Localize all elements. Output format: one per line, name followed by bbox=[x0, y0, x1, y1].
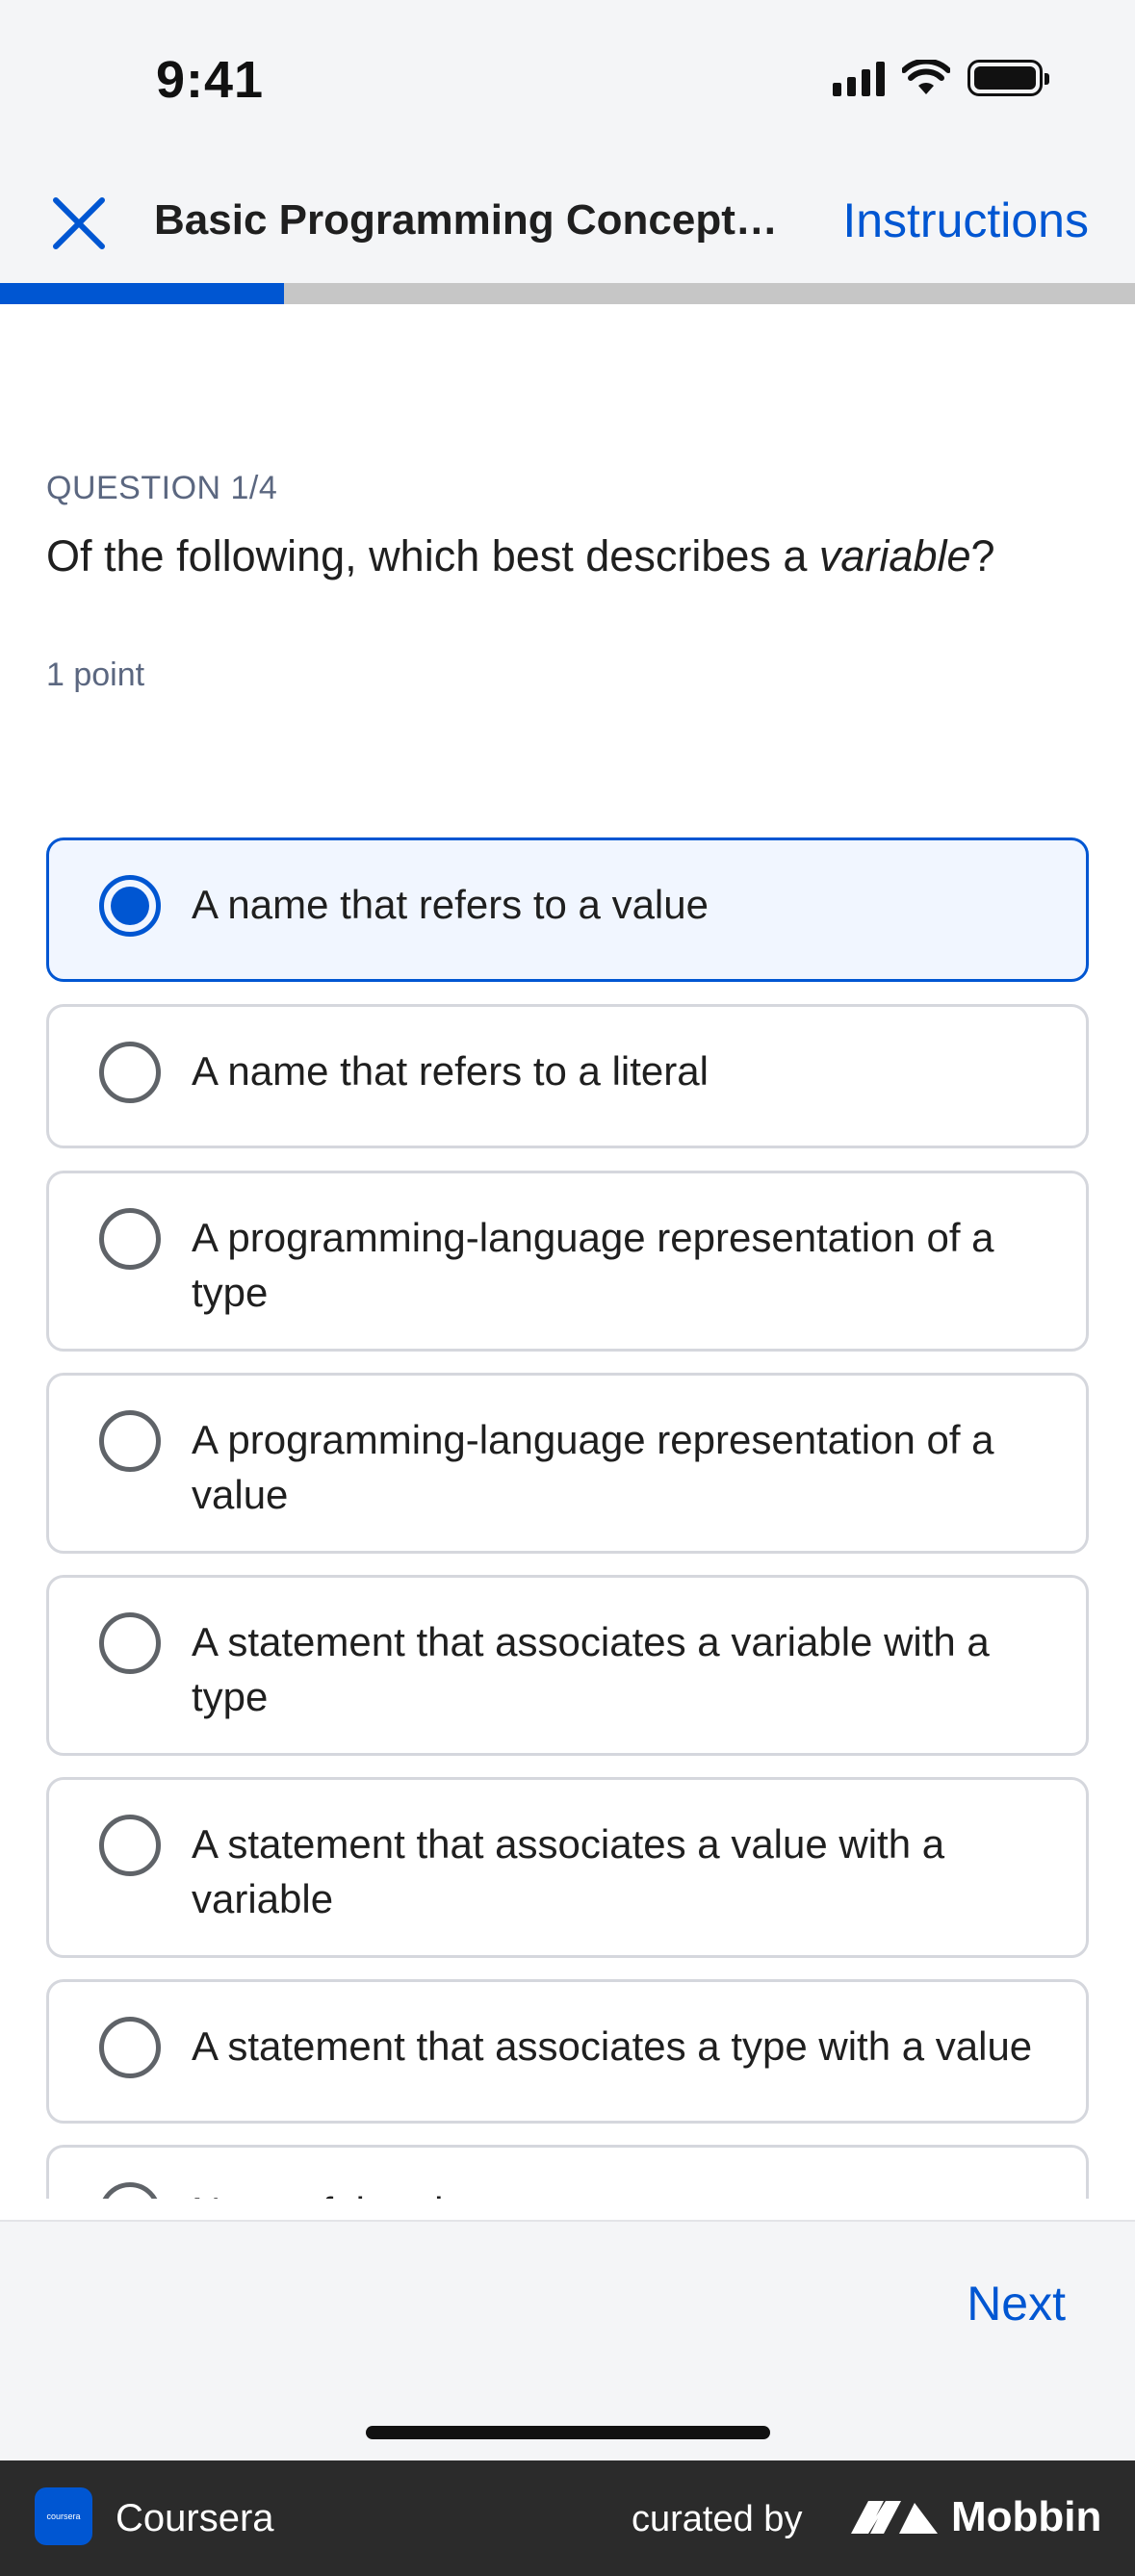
answer-option-label: A statement that associates a value with… bbox=[192, 1821, 945, 1921]
instructions-link[interactable]: Instructions bbox=[842, 193, 1089, 248]
radio-button[interactable] bbox=[99, 1612, 161, 1674]
wifi-icon bbox=[902, 60, 950, 94]
curated-by-text: curated by bbox=[632, 2499, 803, 2539]
radio-button[interactable] bbox=[99, 1410, 161, 1472]
answer-option-label: A statement that associates a type with … bbox=[192, 2023, 1033, 2069]
answer-option[interactable]: A name that refers to a value bbox=[46, 837, 1089, 982]
radio-button[interactable] bbox=[99, 1042, 161, 1103]
answer-option[interactable]: None of the above bbox=[46, 2145, 1089, 2199]
radio-button[interactable] bbox=[99, 875, 161, 937]
question-text-after: ? bbox=[970, 531, 995, 580]
answer-option[interactable]: A programming-language representation of… bbox=[46, 1373, 1089, 1554]
status-bar: 9:41 bbox=[0, 0, 1135, 154]
attribution-bar: coursera Coursera curated by Mobbin bbox=[0, 2460, 1135, 2576]
status-time: 9:41 bbox=[156, 51, 265, 109]
mobbin-wordmark: Mobbin bbox=[951, 2493, 1102, 2540]
answer-option-label: None of the above bbox=[192, 2184, 1039, 2199]
answer-options-list: A name that refers to a value A name tha… bbox=[0, 828, 1135, 2199]
quiz-progress-bar bbox=[0, 283, 1135, 304]
quiz-progress-fill bbox=[0, 283, 284, 304]
next-button[interactable]: Next bbox=[967, 2276, 1066, 2331]
nav-bar: Basic Programming Concepts -... Instruct… bbox=[0, 154, 1135, 283]
status-icons bbox=[833, 60, 1049, 96]
answer-option[interactable]: A programming-language representation of… bbox=[46, 1171, 1089, 1352]
answer-option-label: A programming-language representation of… bbox=[192, 1417, 994, 1517]
answer-option-label: A programming-language representation of… bbox=[192, 1215, 994, 1315]
home-indicator bbox=[366, 2426, 770, 2439]
answer-option-label: A name that refers to a value bbox=[192, 882, 709, 927]
close-icon bbox=[53, 197, 105, 249]
answer-option-label: A name that refers to a literal bbox=[192, 1048, 709, 1094]
radio-button[interactable] bbox=[99, 2017, 161, 2078]
answer-option-label: A statement that associates a variable w… bbox=[192, 1619, 990, 1719]
question-text: Of the following, which best describes a… bbox=[46, 531, 1086, 581]
question-points: 1 point bbox=[46, 657, 145, 693]
close-button[interactable] bbox=[44, 189, 114, 258]
radio-button[interactable] bbox=[99, 1208, 161, 1270]
coursera-logo: coursera bbox=[35, 2487, 92, 2545]
app-name: Coursera bbox=[116, 2497, 274, 2539]
cellular-signal-icon bbox=[833, 60, 885, 96]
mobbin-logo-icon bbox=[851, 2501, 938, 2534]
question-counter: QUESTION 1/4 bbox=[46, 470, 278, 506]
answer-option[interactable]: A statement that associates a variable w… bbox=[46, 1575, 1089, 1756]
quiz-footer: Next bbox=[0, 2220, 1135, 2460]
battery-icon bbox=[967, 60, 1049, 96]
course-title: Basic Programming Concepts -... bbox=[154, 196, 789, 244]
question-text-before: Of the following, which best describes a bbox=[46, 531, 819, 580]
radio-button[interactable] bbox=[99, 2182, 161, 2199]
question-text-emphasis: variable bbox=[818, 531, 971, 580]
radio-button[interactable] bbox=[99, 1815, 161, 1876]
answer-option[interactable]: A name that refers to a literal bbox=[46, 1004, 1089, 1148]
answer-option[interactable]: A statement that associates a type with … bbox=[46, 1979, 1089, 2124]
answer-option[interactable]: A statement that associates a value with… bbox=[46, 1777, 1089, 1958]
